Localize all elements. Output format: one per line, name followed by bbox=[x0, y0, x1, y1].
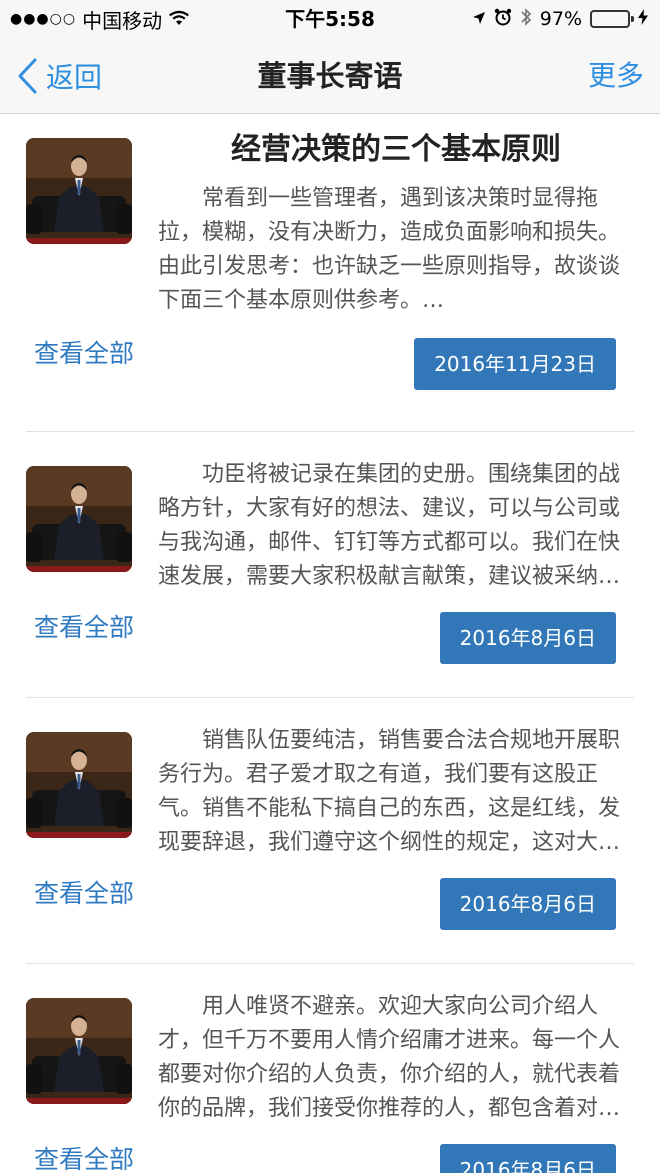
date-badge[interactable]: 2016年8月6日 bbox=[439, 878, 616, 930]
view-all-link[interactable]: 查看全部 bbox=[34, 608, 134, 644]
avatar bbox=[26, 998, 132, 1104]
item-footer: 查看全部 2016年8月6日 bbox=[26, 602, 634, 678]
navigation-bar: 返回 董事长寄语 更多 bbox=[0, 38, 660, 114]
carrier-name: 中国移动 bbox=[82, 8, 163, 33]
avatar bbox=[26, 466, 132, 572]
status-right: 97% bbox=[472, 0, 648, 38]
back-button[interactable]: 返回 bbox=[16, 38, 102, 114]
battery-percent: 97% bbox=[539, 8, 582, 30]
location-icon bbox=[472, 8, 486, 30]
portrait-image bbox=[26, 138, 132, 244]
avatar bbox=[26, 138, 132, 244]
item-summary: 销售队伍要纯洁，销售要合法合规地开展职务行为。君子爱才取之有道，我们要有这股正气… bbox=[158, 728, 621, 855]
battery-icon bbox=[590, 10, 634, 28]
wifi-icon bbox=[168, 7, 190, 31]
item-summary: 功臣将被记录在集团的史册。围绕集团的战略方针，大家有好的想法、建议，可以与公司或… bbox=[158, 462, 621, 589]
more-button[interactable]: 更多 bbox=[588, 38, 644, 114]
list-item[interactable]: 用人唯贤不避亲。欢迎大家向公司介绍人才，但千万不要用人情介绍庸才进来。每一个人都… bbox=[26, 964, 634, 1173]
date-badge[interactable]: 2016年11月23日 bbox=[414, 338, 616, 390]
item-summary: 用人唯贤不避亲。欢迎大家向公司介绍人才，但千万不要用人情介绍庸才进来。每一个人都… bbox=[158, 994, 621, 1121]
item-summary: 常看到一些管理者，遇到该决策时显得拖拉，模糊，没有决断力，造成负面影响和损失。由… bbox=[158, 186, 621, 313]
date-badge[interactable]: 2016年8月6日 bbox=[439, 612, 616, 664]
alarm-icon bbox=[494, 8, 512, 31]
charging-icon bbox=[638, 8, 648, 30]
portrait-image bbox=[26, 466, 132, 572]
item-footer: 查看全部 2016年11月23日 bbox=[26, 328, 634, 404]
status-bar: ●●●○○ 中国移动 下午5:58 97% bbox=[0, 0, 660, 38]
view-all-link[interactable]: 查看全部 bbox=[34, 334, 134, 370]
list-item[interactable]: 功臣将被记录在集团的史册。围绕集团的战略方针，大家有好的想法、建议，可以与公司或… bbox=[26, 432, 634, 698]
item-footer: 查看全部 2016年8月6日 bbox=[26, 1134, 634, 1173]
view-all-link[interactable]: 查看全部 bbox=[34, 874, 134, 910]
date-badge[interactable]: 2016年8月6日 bbox=[439, 1144, 616, 1173]
list-item[interactable]: 销售队伍要纯洁，销售要合法合规地开展职务行为。君子爱才取之有道，我们要有这股正气… bbox=[26, 698, 634, 964]
chevron-left-icon bbox=[18, 58, 37, 94]
item-title: 经营决策的三个基本原则 bbox=[231, 132, 561, 167]
message-list: 经营决策的三个基本原则 常看到一些管理者，遇到该决策时显得拖拉，模糊，没有决断力… bbox=[0, 114, 660, 1173]
back-label: 返回 bbox=[46, 61, 103, 94]
portrait-image bbox=[26, 732, 132, 838]
bluetooth-icon bbox=[520, 7, 532, 32]
signal-strength-icon: ●●●○○ bbox=[10, 11, 77, 27]
portrait-image bbox=[26, 998, 132, 1104]
status-left: ●●●○○ 中国移动 bbox=[10, 0, 190, 38]
avatar bbox=[26, 732, 132, 838]
view-all-link[interactable]: 查看全部 bbox=[34, 1140, 134, 1173]
item-footer: 查看全部 2016年8月6日 bbox=[26, 868, 634, 944]
list-item[interactable]: 经营决策的三个基本原则 常看到一些管理者，遇到该决策时显得拖拉，模糊，没有决断力… bbox=[26, 114, 634, 432]
